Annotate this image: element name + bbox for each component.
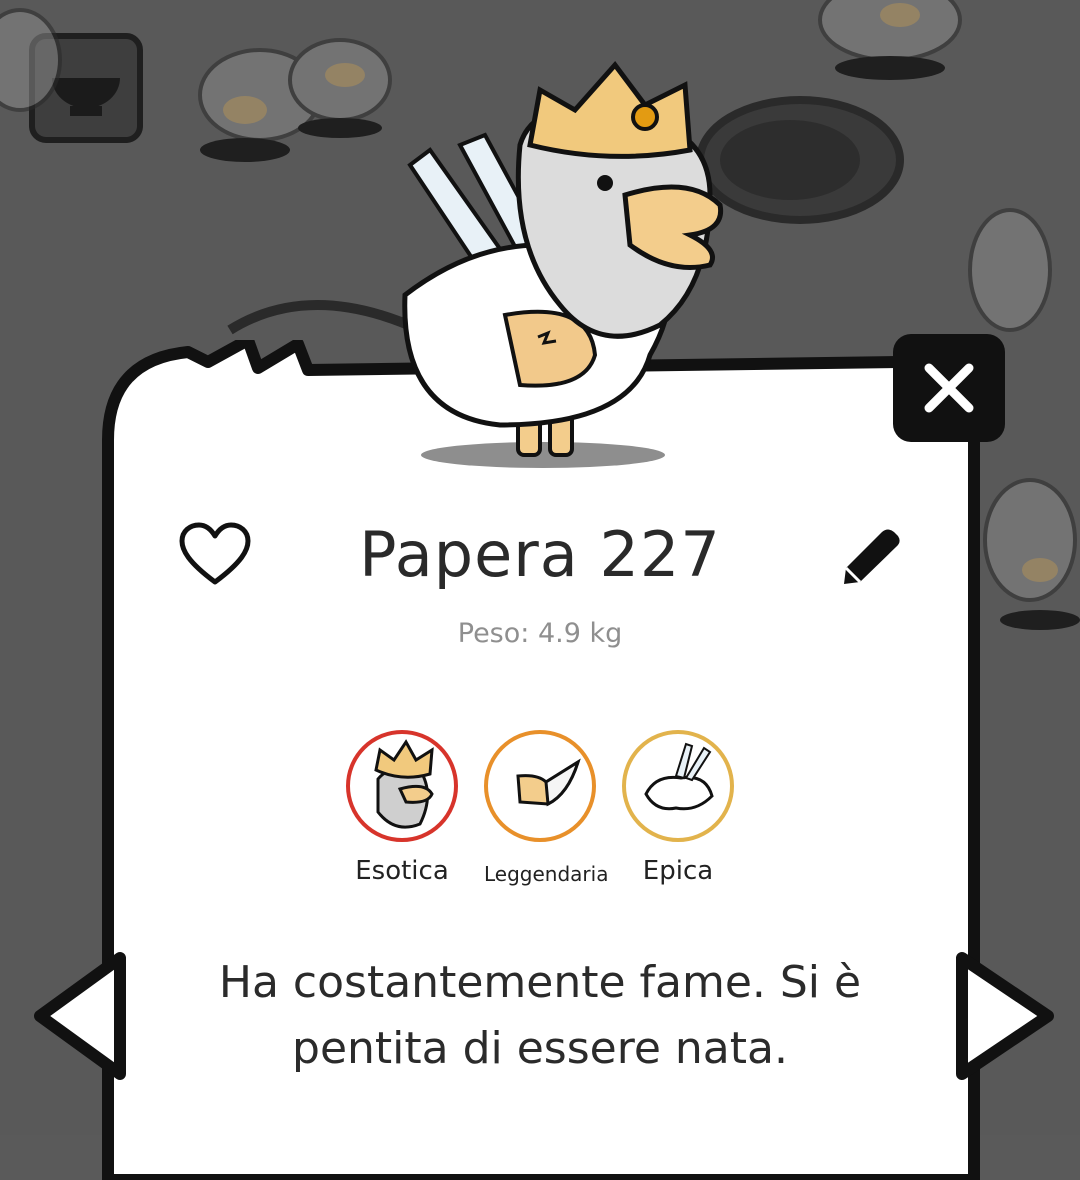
trait-badge-leggendaria[interactable]: Leggendaria xyxy=(484,730,609,886)
duck-weight: Peso: 4.9 kg xyxy=(457,618,623,649)
duck-description: Ha costantemente fame. Si è pentita di e… xyxy=(218,957,862,1074)
pencil-icon xyxy=(844,529,900,584)
duck-illustration xyxy=(402,61,724,468)
rename-button[interactable] xyxy=(838,524,904,586)
close-icon xyxy=(924,363,974,413)
trait-label: Leggendaria xyxy=(484,862,609,886)
trait-badge-esotica[interactable]: Esotica xyxy=(346,730,458,886)
arrow-right-icon[interactable] xyxy=(950,946,1060,1086)
duck-name: Papera 227 xyxy=(359,518,721,591)
trait-label: Esotica xyxy=(355,856,449,886)
arrow-left-icon[interactable] xyxy=(28,946,132,1086)
beak-horn-icon xyxy=(484,730,596,842)
wings-icon xyxy=(622,730,734,842)
trait-label: Epica xyxy=(642,856,714,886)
heart-icon xyxy=(179,522,251,585)
trait-badge-epica[interactable]: Epica xyxy=(622,730,734,886)
crown-beard-icon xyxy=(346,730,458,842)
trait-badges: Esotica Leggendaria Epica xyxy=(340,730,750,890)
favorite-button[interactable] xyxy=(178,522,252,588)
close-button[interactable] xyxy=(893,334,1005,442)
